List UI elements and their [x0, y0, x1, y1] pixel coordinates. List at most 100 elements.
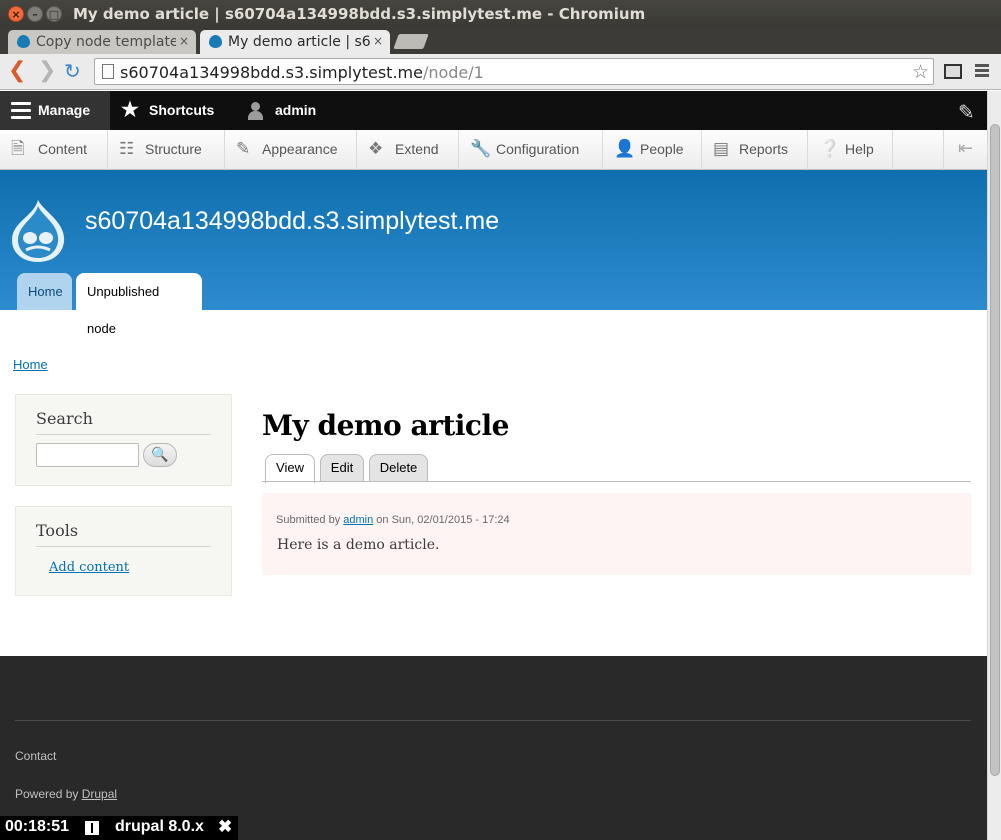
admin-tray: 🗎 Content ☷ Structure ✎ Appearance ❖ Ext…	[0, 130, 987, 170]
window-close-button[interactable]: ×	[8, 6, 24, 22]
new-tab-button[interactable]	[393, 34, 429, 49]
browser-tab-copy-node-template[interactable]: Copy node template ×	[8, 30, 196, 54]
window-maximize-button[interactable]: □	[46, 6, 62, 22]
site-header: s60704a134998bdd.s3.simplytest.me Home U…	[0, 170, 987, 336]
configuration-icon: 🔧	[470, 139, 492, 158]
window-titlebar: × – □ My demo article | s60704a134998bdd…	[0, 0, 1001, 28]
people-icon: 👤	[614, 139, 636, 158]
bookmark-star-icon[interactable]: ☆	[912, 61, 929, 83]
user-label: admin	[275, 102, 317, 118]
window-title: My demo article | s60704a134998bdd.s3.si…	[73, 5, 646, 23]
forward-arrow-icon[interactable]: ❯	[38, 60, 56, 82]
tray-item-label: Appearance	[262, 141, 338, 157]
tray-item-reports[interactable]: ▤ Reports	[702, 130, 808, 170]
powered-by: Powered by Drupal	[15, 787, 117, 801]
close-icon[interactable]: ✖	[218, 817, 232, 837]
appearance-icon: ✎	[236, 139, 251, 158]
shortcuts-label: Shortcuts	[149, 102, 215, 118]
url-text[interactable]: s60704a134998bdd.s3.simplytest.me/node/1	[120, 63, 484, 82]
tray-item-structure[interactable]: ☷ Structure	[108, 130, 225, 170]
submitted-info: Submitted by admin on Sun, 02/01/2015 - …	[276, 514, 510, 526]
page-viewport: Manage ★ Shortcuts admin ✎ 🗎 Content ☷ S…	[0, 91, 987, 840]
drupal-link[interactable]: Drupal	[82, 787, 117, 801]
add-content-link[interactable]: Add content	[49, 560, 129, 575]
browser-tab-my-demo-article[interactable]: My demo article | s60704a134998bdd ×	[200, 30, 390, 54]
browser-tab-label: My demo article | s60704a134998bdd	[228, 34, 370, 50]
tray-orientation-toggle-icon[interactable]: ⇤	[943, 130, 987, 170]
back-arrow-icon[interactable]: ❮	[8, 60, 26, 82]
breadcrumb-home-link[interactable]: Home	[13, 357, 48, 372]
url-host: s60704a134998bdd.s3.simplytest.me	[120, 63, 423, 82]
tray-item-appearance[interactable]: ✎ Appearance	[225, 130, 357, 170]
site-name[interactable]: s60704a134998bdd.s3.simplytest.me	[85, 207, 499, 236]
drupal-favicon-icon	[209, 35, 222, 48]
search-block-title: Search	[36, 409, 93, 428]
tab-strip: Copy node template × My demo article | s…	[0, 28, 1001, 54]
drupal-logo[interactable]	[8, 198, 68, 264]
tools-block: Tools Add content	[15, 506, 232, 596]
tab-delete[interactable]: Delete	[369, 454, 428, 482]
manage-label: Manage	[38, 102, 91, 118]
tray-item-people[interactable]: 👤 People	[603, 130, 702, 170]
tray-item-label: Help	[845, 141, 874, 157]
submitted-prefix: Submitted by	[276, 514, 341, 526]
url-path: /node/1	[422, 63, 484, 82]
node-article: Submitted by admin on Sun, 02/01/2015 - …	[262, 493, 971, 575]
browser-toolbar: ❮ ❯ ↻ s60704a134998bdd.s3.simplytest.me/…	[0, 54, 1001, 90]
window-minimize-button[interactable]: –	[27, 6, 43, 22]
page-icon	[102, 64, 114, 79]
tray-item-help[interactable]: ❔ Help	[808, 130, 893, 170]
header-tab-home[interactable]: Home	[17, 273, 72, 310]
tab-view[interactable]: View	[265, 454, 315, 483]
search-block: Search 🔍	[15, 394, 232, 486]
tray-item-content[interactable]: 🗎 Content	[0, 130, 108, 170]
extension-icon[interactable]	[944, 64, 962, 79]
tab-edit[interactable]: Edit	[320, 454, 364, 482]
tabs-divider	[262, 481, 971, 482]
simplytest-bar: 00:18:51 drupal 8.0.x ✖	[0, 816, 238, 840]
powered-by-text: Powered by	[15, 787, 79, 801]
tray-item-label: Extend	[395, 141, 439, 157]
scrollbar-thumb[interactable]	[990, 124, 1000, 776]
reload-icon[interactable]: ↻	[64, 60, 81, 82]
content-icon: 🗎	[11, 139, 25, 158]
divider	[36, 434, 211, 435]
tab-close-icon[interactable]: ×	[179, 30, 189, 52]
search-button[interactable]: 🔍	[143, 443, 177, 467]
star-icon: ★	[121, 99, 139, 121]
browser-tab-label: Copy node template	[36, 34, 176, 50]
extend-icon: ❖	[368, 139, 384, 158]
submitted-date: on Sun, 02/01/2015 - 17:24	[376, 514, 510, 526]
tray-item-configuration[interactable]: 🔧 Configuration	[459, 130, 603, 170]
search-icon: 🔍	[151, 447, 169, 463]
admin-toolbar: Manage ★ Shortcuts admin ✎	[0, 91, 987, 130]
tray-item-label: People	[640, 141, 684, 157]
page-scrollbar[interactable]	[987, 91, 1001, 840]
session-timer: 00:18:51	[5, 818, 70, 835]
browser-menu-icon[interactable]	[975, 64, 989, 79]
search-input[interactable]	[36, 443, 139, 467]
node-body: Here is a demo article.	[277, 537, 440, 553]
project-name: drupal 8.0.x	[115, 818, 204, 835]
drupal-favicon-icon	[17, 35, 30, 48]
user-icon	[248, 102, 263, 120]
divider	[36, 546, 211, 547]
footer-divider	[15, 720, 971, 721]
header-tab-unpublished-node[interactable]: Unpublished node	[76, 273, 202, 336]
footer-contact-link[interactable]: Contact	[15, 749, 56, 763]
site-footer: Contact Powered by Drupal	[0, 656, 987, 840]
tools-block-title: Tools	[36, 521, 79, 540]
author-link[interactable]: admin	[343, 514, 373, 526]
pencil-icon[interactable]: ✎	[958, 100, 975, 124]
tab-close-icon[interactable]: ×	[373, 30, 383, 52]
help-icon: ❔	[819, 139, 841, 158]
hamburger-icon	[11, 102, 31, 123]
page-title: My demo article	[262, 409, 509, 442]
tray-item-extend[interactable]: ❖ Extend	[357, 130, 459, 170]
tray-item-label: Content	[38, 141, 88, 157]
address-bar[interactable]: s60704a134998bdd.s3.simplytest.me/node/1…	[94, 58, 934, 85]
manage-menu-button[interactable]: Manage	[0, 91, 110, 130]
reports-icon: ▤	[713, 139, 730, 158]
qr-code-icon[interactable]	[85, 821, 99, 835]
tray-item-label: Structure	[145, 141, 202, 157]
